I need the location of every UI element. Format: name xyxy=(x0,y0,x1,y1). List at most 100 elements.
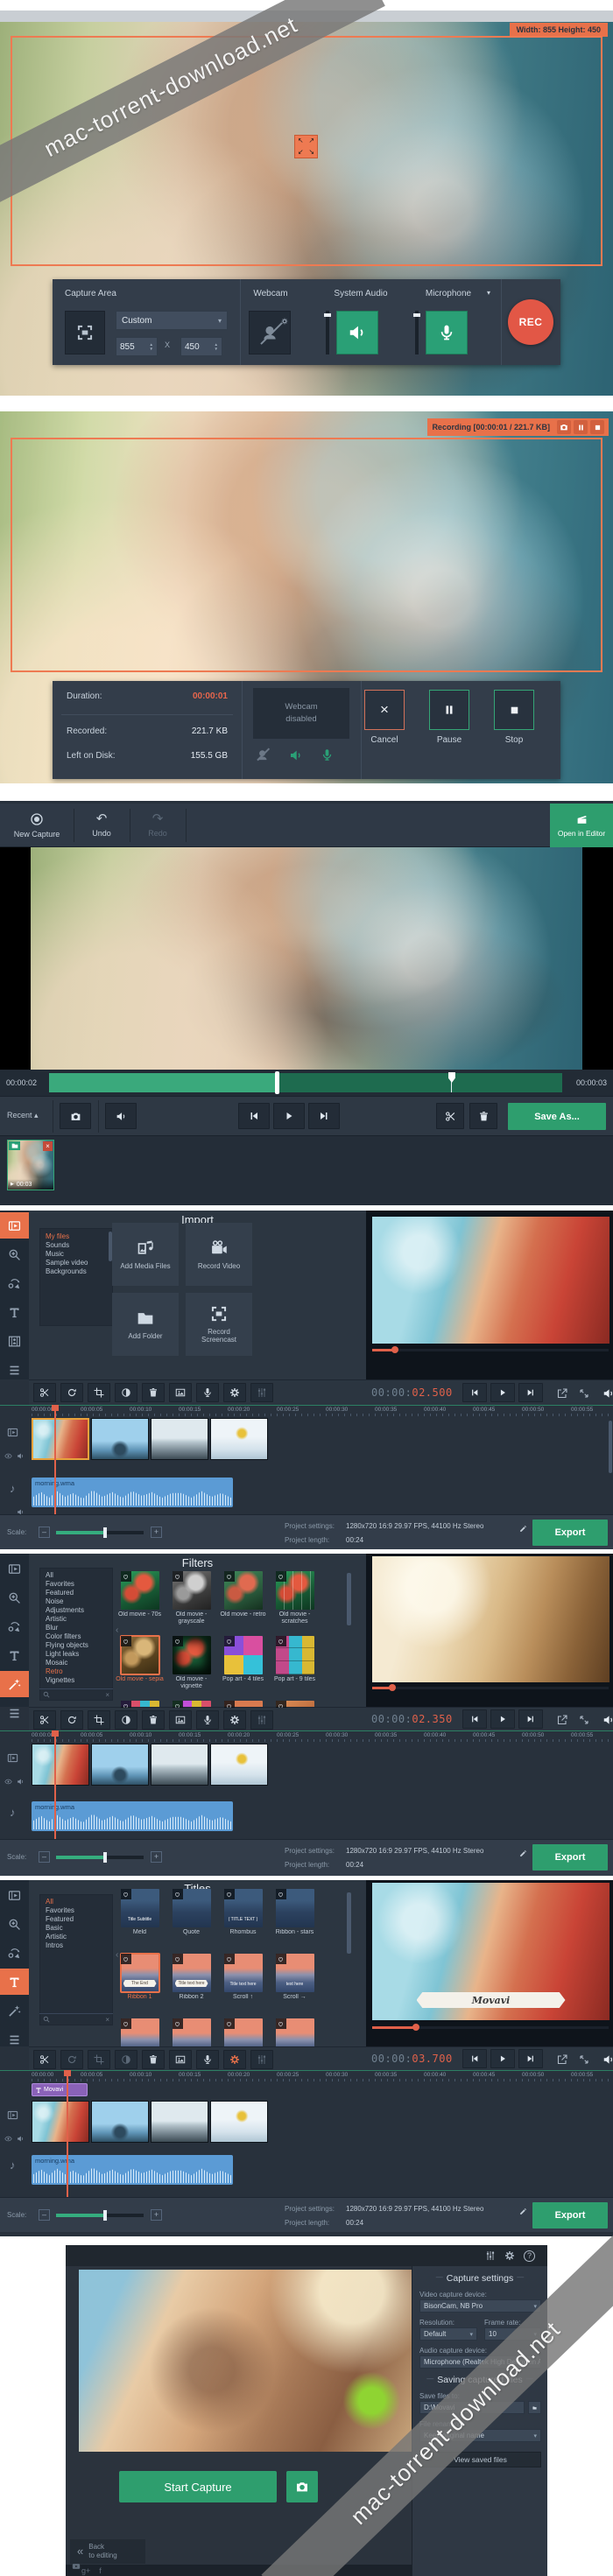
title-item[interactable]: Title text hereRibbon 2 xyxy=(166,1954,217,2018)
new-capture-button[interactable]: New Capture xyxy=(0,804,74,847)
filter-item[interactable]: Old movie - vignette xyxy=(166,1636,217,1701)
title-item[interactable]: Title text here xyxy=(217,2018,269,2046)
seek-dot[interactable] xyxy=(391,1346,398,1353)
prev-frame-button[interactable] xyxy=(462,1709,487,1729)
sidebar-module-button[interactable] xyxy=(0,1241,29,1267)
tool-button[interactable] xyxy=(223,1710,246,1730)
favorite-heart-icon[interactable] xyxy=(276,1701,286,1708)
title-search[interactable]: × xyxy=(39,2013,113,2025)
sidebar-module-button[interactable] xyxy=(0,1328,29,1354)
favorite-heart-icon[interactable] xyxy=(173,1954,183,1964)
tool-button[interactable] xyxy=(88,1710,110,1730)
video-clip[interactable] xyxy=(91,2101,149,2143)
mute-track-icon[interactable] xyxy=(17,1774,25,1790)
zoom-out-button[interactable]: – xyxy=(39,2209,50,2221)
video-clip[interactable] xyxy=(32,2101,89,2143)
favorite-heart-icon[interactable] xyxy=(276,1636,286,1646)
category-item[interactable]: Featured xyxy=(40,1589,112,1597)
seek-bar[interactable] xyxy=(49,1073,562,1092)
zoom-in-button[interactable]: + xyxy=(151,1527,162,1538)
video-clip[interactable] xyxy=(91,1418,149,1460)
eye-icon[interactable] xyxy=(4,2131,12,2147)
detach-player-icon[interactable] xyxy=(557,1712,567,1728)
category-item[interactable]: Sounds xyxy=(40,1241,112,1250)
import-action-button[interactable]: Record Video xyxy=(186,1223,252,1286)
eye-icon[interactable] xyxy=(4,1449,12,1464)
favorite-heart-icon[interactable] xyxy=(276,1889,286,1899)
open-in-editor-button[interactable]: Open in Editor xyxy=(550,804,613,847)
sidebar-module-button[interactable] xyxy=(0,1584,29,1611)
tool-button[interactable] xyxy=(60,2050,83,2069)
chevron-down-icon[interactable]: ▾ xyxy=(487,289,490,297)
next-frame-button[interactable] xyxy=(308,1103,340,1129)
category-item[interactable]: Color filters xyxy=(40,1632,112,1641)
delete-button[interactable] xyxy=(469,1103,497,1129)
prev-frame-button[interactable] xyxy=(462,2049,487,2068)
category-item[interactable]: Adjustments xyxy=(40,1606,112,1615)
favorite-heart-icon[interactable] xyxy=(224,1701,235,1708)
scale-knob[interactable] xyxy=(103,2210,107,2221)
volume-icon[interactable] xyxy=(602,1386,613,1401)
timeline-ruler[interactable]: 00:00:0000:00:0500:00:1000:00:1500:00:20… xyxy=(0,2070,613,2081)
next-frame-button[interactable] xyxy=(518,1383,543,1402)
social-icon[interactable]: f xyxy=(99,2566,102,2575)
sidebar-module-button[interactable] xyxy=(0,1882,29,1908)
filter-item[interactable]: Old movie - grayscale xyxy=(166,1571,217,1636)
favorite-heart-icon[interactable] xyxy=(173,1701,183,1708)
preview-seek-slider[interactable] xyxy=(372,1687,609,1689)
grid-scrollbar[interactable] xyxy=(347,1573,351,1625)
audio-clip[interactable]: morning.wma xyxy=(32,1478,233,1507)
tool-button[interactable] xyxy=(115,1710,137,1730)
tool-button[interactable] xyxy=(142,2050,165,2069)
video-clip[interactable] xyxy=(91,1744,149,1786)
stop-button[interactable] xyxy=(590,420,604,434)
export-button[interactable]: Export xyxy=(532,1844,608,1871)
detach-player-icon[interactable] xyxy=(557,1386,567,1401)
tool-button[interactable] xyxy=(250,1383,273,1402)
favorite-heart-icon[interactable] xyxy=(121,1701,131,1708)
filter-item[interactable]: Pop art - 9 tiles xyxy=(269,1636,321,1701)
sidebar-module-button[interactable] xyxy=(0,2026,29,2053)
category-item[interactable]: My files xyxy=(40,1232,112,1241)
youtube-icon[interactable] xyxy=(72,2558,81,2574)
pause-button[interactable] xyxy=(429,690,469,730)
category-item[interactable]: Mosaic xyxy=(40,1659,112,1667)
remove-thumbnail-button[interactable]: × xyxy=(43,1141,53,1151)
category-item[interactable]: Artistic xyxy=(40,1933,112,1941)
pause-button[interactable] xyxy=(574,420,588,434)
resolution-select[interactable]: Default▾ xyxy=(419,2327,477,2341)
sidebar-module-button[interactable] xyxy=(0,1997,29,2024)
volume-button[interactable] xyxy=(105,1103,137,1129)
timeline-scrollbar[interactable] xyxy=(609,1421,612,1473)
tool-button[interactable] xyxy=(115,1383,137,1402)
undo-button[interactable]: ↶Undo xyxy=(74,804,130,847)
social-icon[interactable]: g+ xyxy=(81,2566,90,2575)
favorite-heart-icon[interactable] xyxy=(224,1636,235,1646)
browse-folder-button[interactable] xyxy=(528,2401,541,2414)
system-audio-button[interactable] xyxy=(336,311,378,354)
fullscreen-icon[interactable] xyxy=(579,1386,589,1401)
play-button[interactable] xyxy=(273,1103,305,1129)
playhead-pin[interactable] xyxy=(448,1072,455,1083)
video-device-select[interactable]: BisonCam, NB Pro▾ xyxy=(419,2299,541,2313)
timeline-playhead[interactable] xyxy=(54,1730,56,1839)
width-stepper[interactable]: 855▲▼ xyxy=(116,337,158,356)
prev-frame-button[interactable] xyxy=(462,1383,487,1402)
scale-knob[interactable] xyxy=(103,1852,107,1863)
edit-settings-icon[interactable] xyxy=(519,1521,527,1537)
title-item[interactable]: ( TITLE TEXT )Rhombus xyxy=(217,1889,269,1954)
filter-item[interactable]: Old movie - retro xyxy=(217,1571,269,1636)
edit-settings-icon[interactable] xyxy=(519,2204,527,2220)
tool-button[interactable] xyxy=(250,2050,273,2069)
filter-item[interactable]: Pop art - 4 tiles xyxy=(217,1636,269,1701)
tool-button[interactable] xyxy=(223,1383,246,1402)
cut-button[interactable] xyxy=(436,1103,464,1129)
sidebar-module-button[interactable] xyxy=(0,1671,29,1697)
filter-search[interactable]: × xyxy=(39,1688,113,1700)
export-button[interactable]: Export xyxy=(532,1520,608,1546)
capture-area-mode-button[interactable] xyxy=(65,311,105,354)
category-item[interactable]: Music xyxy=(40,1250,112,1259)
category-item[interactable]: Basic xyxy=(40,1924,112,1933)
webcam-toggle-button[interactable] xyxy=(249,311,291,354)
import-action-button[interactable]: Record Screencast xyxy=(186,1293,252,1356)
